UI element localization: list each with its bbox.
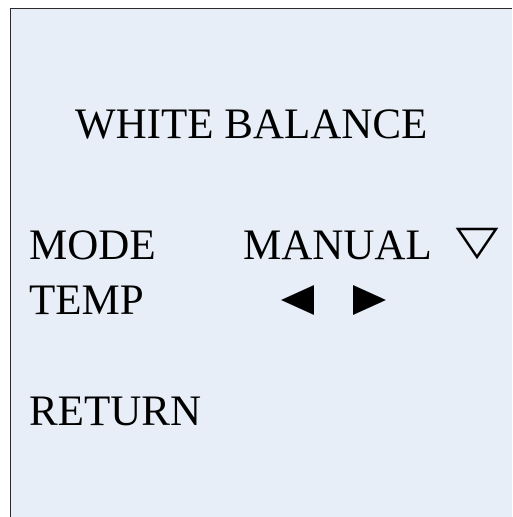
mode-label[interactable]: MODE [29, 224, 156, 267]
menu-title: WHITE BALANCE [75, 101, 428, 148]
white-balance-menu-panel: WHITE BALANCE MODE MANUAL TEMP RETURN [10, 8, 512, 517]
down-triangle-outline-icon[interactable] [455, 223, 499, 261]
return-menu-item[interactable]: RETURN [29, 390, 201, 433]
left-triangle-icon[interactable] [281, 285, 314, 315]
temp-label[interactable]: TEMP [29, 279, 144, 322]
mode-value[interactable]: MANUAL [243, 224, 432, 267]
right-triangle-icon[interactable] [353, 285, 386, 315]
